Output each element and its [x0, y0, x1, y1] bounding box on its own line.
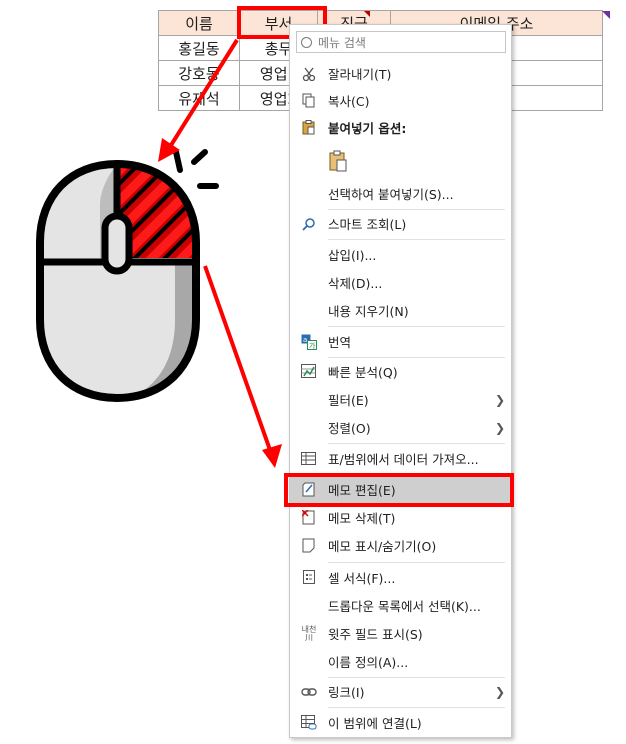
- scissors-icon: [290, 67, 328, 81]
- search-icon: [301, 36, 312, 48]
- show-hide-comment-icon: [290, 538, 328, 553]
- menu-item-label: 선택하여 붙여넣기(S)...: [328, 187, 454, 202]
- menu-item-label: 삽입(I)...: [328, 248, 377, 263]
- link-icon: [290, 687, 328, 697]
- menu-item-label: 붙여넣기 옵션:: [328, 121, 407, 136]
- smart-lookup-icon: [290, 217, 328, 231]
- phonetic-icon: 내천 川: [301, 624, 317, 642]
- menu-item-paste-special[interactable]: 선택하여 붙여넣기(S)...: [290, 180, 511, 207]
- menu-item-show-phonetic[interactable]: 내천 川 윗주 필드 표시(S): [290, 620, 511, 647]
- menu-item-define-name[interactable]: 이름 정의(A)...: [290, 648, 511, 675]
- menu-item-label: 링크(I): [328, 685, 365, 700]
- menu-item-label: 메모 표시/숨기기(O): [328, 539, 437, 554]
- link-range-icon: [290, 715, 328, 730]
- menu-search-input[interactable]: 메뉴 검색: [296, 31, 506, 53]
- menu-item-label: 빠른 분석(Q): [328, 365, 398, 380]
- quick-analysis-icon: [290, 364, 328, 379]
- paste-option-icon[interactable]: [328, 150, 348, 175]
- menu-item-label: 드롭다운 목록에서 선택(K)...: [328, 599, 481, 614]
- menu-item-link[interactable]: 링크(I) ❯: [290, 678, 511, 705]
- menu-search-placeholder: 메뉴 검색: [318, 35, 366, 50]
- menu-item-label: 메모 삭제(T): [328, 511, 396, 526]
- menu-item-label: 스마트 조회(L): [328, 217, 407, 232]
- menu-item-insert[interactable]: 삽입(I)...: [290, 241, 511, 268]
- menu-item-label: 삭제(D)...: [328, 276, 383, 291]
- paste-icon: [290, 120, 328, 135]
- menu-item-smart-lookup[interactable]: 스마트 조회(L): [290, 210, 511, 237]
- menu-item-show-hide-comment[interactable]: 메모 표시/숨기기(O): [290, 532, 511, 559]
- menu-separator: [328, 326, 505, 327]
- table-range-icon: [290, 451, 328, 466]
- menu-item-label: 잘라내기(T): [328, 67, 392, 82]
- menu-item-paste-options: 붙여넣기 옵션:: [290, 114, 511, 141]
- menu-item-label: 정렬(O): [328, 421, 371, 436]
- context-menu: 메뉴 검색 잘라내기(T) 복사(C) 붙여넣기 옵션: 선택하여 붙여넣기(S…: [289, 24, 512, 738]
- menu-item-sort[interactable]: 정렬(O) ❯: [290, 414, 511, 441]
- menu-item-clear-contents[interactable]: 내용 지우기(N): [290, 297, 511, 324]
- menu-item-label: 셀 서식(F)...: [328, 571, 396, 586]
- menu-separator: [328, 443, 505, 444]
- highlight-box-menu-item: [284, 473, 514, 507]
- menu-item-copy[interactable]: 복사(C): [290, 87, 511, 114]
- svg-text:a: a: [303, 336, 307, 344]
- menu-item-delete-comment[interactable]: 메모 삭제(T): [290, 504, 511, 531]
- chevron-right-icon: ❯: [495, 420, 506, 435]
- mouse-icon: [36, 149, 219, 403]
- chevron-right-icon: ❯: [495, 684, 506, 699]
- menu-item-pick-from-dropdown[interactable]: 드롭다운 목록에서 선택(K)...: [290, 592, 511, 619]
- menu-item-label: 이 범위에 연결(L): [328, 716, 422, 731]
- menu-item-label: 윗주 필드 표시(S): [328, 627, 423, 642]
- menu-item-quick-analysis[interactable]: 빠른 분석(Q): [290, 358, 511, 385]
- copy-icon: [290, 93, 328, 108]
- menu-item-translate[interactable]: a가 번역: [290, 328, 511, 355]
- menu-separator: [328, 707, 505, 708]
- chevron-right-icon: ❯: [495, 392, 506, 407]
- arrow-to-mouse: [158, 38, 239, 162]
- menu-item-label: 복사(C): [328, 94, 370, 109]
- menu-separator: [328, 562, 505, 563]
- menu-item-paste-option-button[interactable]: [290, 145, 511, 179]
- menu-item-filter[interactable]: 필터(E) ❯: [290, 386, 511, 413]
- menu-item-get-data-from-table[interactable]: 표/범위에서 데이터 가져오...: [290, 445, 511, 472]
- delete-comment-icon: [290, 510, 328, 525]
- menu-item-format-cells[interactable]: 셀 서식(F)...: [290, 564, 511, 591]
- menu-item-cut[interactable]: 잘라내기(T): [290, 60, 511, 87]
- arrow-to-menu-item: [203, 265, 282, 468]
- menu-item-label: 번역: [328, 335, 352, 350]
- translate-icon: a가: [290, 334, 328, 350]
- menu-item-label: 필터(E): [328, 393, 369, 408]
- menu-item-label: 이름 정의(A)...: [328, 655, 409, 670]
- menu-item-delete[interactable]: 삭제(D)...: [290, 269, 511, 296]
- menu-item-link-to-range[interactable]: 이 범위에 연결(L): [290, 709, 511, 736]
- svg-text:가: 가: [309, 341, 316, 350]
- menu-separator: [328, 239, 505, 240]
- menu-item-label: 표/범위에서 데이터 가져오...: [328, 452, 479, 467]
- menu-item-label: 내용 지우기(N): [328, 304, 409, 319]
- format-cells-icon: [290, 570, 328, 585]
